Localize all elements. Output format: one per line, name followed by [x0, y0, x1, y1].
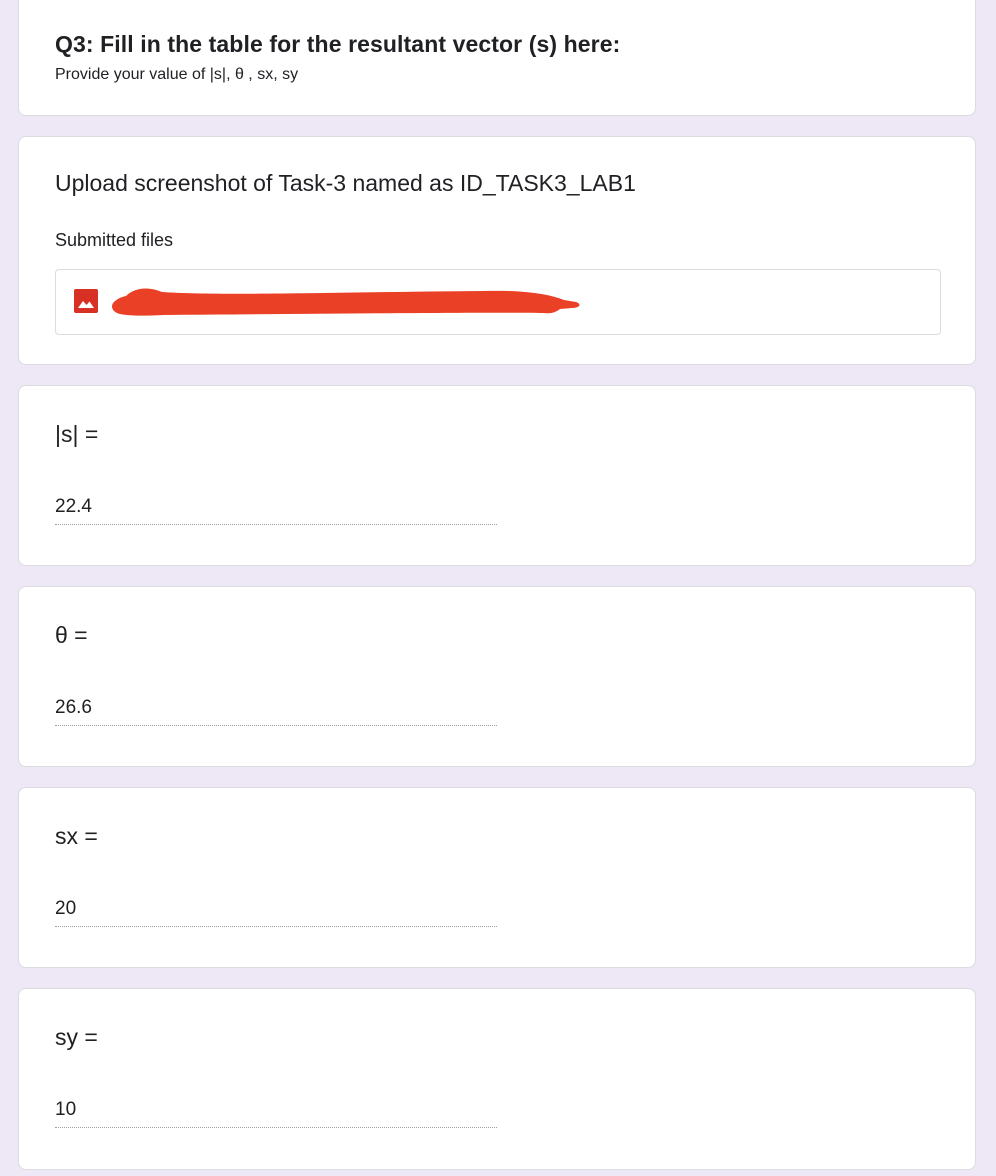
answer-input-sx[interactable]: 20 [55, 896, 497, 927]
answer-input-s-magnitude[interactable]: 22.4 [55, 494, 497, 525]
redaction-mark [112, 288, 580, 316]
question-card-sy: sy = 10 [18, 988, 976, 1170]
question-label-sy: sy = [55, 1024, 98, 1050]
answer-value: 10 [55, 1099, 77, 1120]
submitted-files-label: Submitted files [55, 230, 174, 250]
question-label-s-magnitude: |s| = [55, 421, 99, 447]
submitted-file-item[interactable] [55, 269, 941, 335]
question-label-sx: sx = [55, 823, 98, 849]
upload-question-title: Upload screenshot of Task-3 named as ID_… [55, 170, 636, 196]
section-description: Provide your value of |s|, θ , sx, sy [55, 66, 299, 83]
answer-input-theta[interactable]: 26.6 [55, 695, 497, 726]
section-title: Q3: Fill in the table for the resultant … [55, 31, 621, 57]
answer-input-sy[interactable]: 10 [55, 1097, 497, 1128]
question-card-theta: θ = 26.6 [18, 586, 976, 767]
answer-value: 22.4 [55, 496, 92, 517]
upload-question-card: Upload screenshot of Task-3 named as ID_… [18, 136, 976, 365]
image-icon [74, 289, 98, 313]
section-header-card: Q3: Fill in the table for the resultant … [18, 0, 976, 116]
answer-value: 26.6 [55, 697, 92, 718]
question-card-sx: sx = 20 [18, 787, 976, 968]
question-label-theta: θ = [55, 622, 88, 648]
question-card-s-magnitude: |s| = 22.4 [18, 385, 976, 566]
answer-value: 20 [55, 898, 77, 919]
